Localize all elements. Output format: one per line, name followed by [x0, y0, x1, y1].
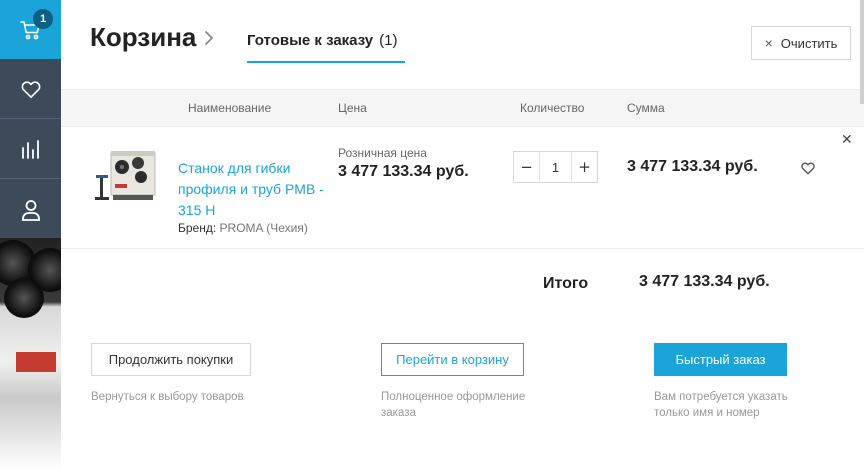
continue-shopping-button[interactable]: Продолжить покупки	[91, 343, 251, 376]
column-header-sum: Сумма	[627, 101, 665, 115]
brand-label: Бренд:	[178, 221, 217, 235]
quantity-stepper: − 1 +	[513, 151, 598, 183]
tab-ready-to-order[interactable]: Готовые к заказу (1)	[247, 32, 405, 63]
user-icon	[21, 199, 40, 221]
sidebar-item-compare[interactable]	[0, 120, 61, 179]
brand-value: PROMA (Чехия)	[219, 221, 308, 235]
close-icon: ×	[764, 35, 773, 51]
price-label: Розничная цена	[338, 146, 427, 160]
tab-count: (1)	[379, 32, 398, 49]
go-to-cart-hint: Полноценное оформление заказа	[381, 391, 526, 419]
sidebar-item-cart[interactable]: 1	[0, 0, 61, 59]
line-total: 3 477 133.34 руб.	[627, 158, 758, 175]
heart-icon[interactable]	[800, 161, 816, 175]
continue-shopping-hint: Вернуться к выбору товаров	[91, 391, 244, 403]
quick-order-button[interactable]: Быстрый заказ	[654, 343, 787, 376]
quantity-increase-button[interactable]: +	[571, 152, 597, 182]
remove-item-icon[interactable]: ✕	[841, 132, 853, 148]
heart-icon	[21, 81, 40, 98]
sidebar-item-favorites[interactable]	[0, 60, 61, 119]
product-thumbnail[interactable]	[91, 143, 159, 209]
table-header: Наименование Цена Количество Сумма	[61, 89, 864, 127]
clear-cart-button[interactable]: × Очистить	[751, 26, 851, 60]
chevron-right-icon[interactable]	[204, 30, 214, 46]
clear-cart-label: Очистить	[780, 35, 838, 51]
scrollbar[interactable]	[860, 0, 864, 104]
product-name-link[interactable]: Станок для гибки профиля и труб PMB - 31…	[178, 158, 338, 221]
cart-count-badge: 1	[33, 9, 53, 29]
quantity-input[interactable]: 1	[540, 152, 571, 182]
column-header-price: Цена	[338, 101, 367, 115]
table-row: Станок для гибки профиля и труб PMB - 31…	[61, 127, 864, 249]
quick-order-hint: Вам потребуется указать только имя и ном…	[654, 391, 788, 419]
sidebar-item-account[interactable]	[0, 180, 61, 239]
background-product-image	[0, 230, 72, 470]
product-brand: Бренд: PROMA (Чехия)	[178, 221, 308, 235]
total-value: 3 477 133.34 руб.	[639, 273, 770, 290]
column-header-name: Наименование	[188, 101, 272, 115]
cart-panel: Корзина Готовые к заказу (1) × Очистить Н…	[61, 0, 864, 470]
bar-chart-icon	[21, 140, 39, 159]
go-to-cart-button[interactable]: Перейти в корзину	[381, 343, 524, 376]
tab-label: Готовые к заказу	[247, 32, 374, 49]
side-toolbar: 1	[0, 0, 61, 238]
column-header-quantity: Количество	[520, 101, 585, 115]
unit-price: 3 477 133.34 руб.	[338, 163, 469, 180]
background-logo-plate	[16, 352, 56, 372]
quantity-decrease-button[interactable]: −	[514, 152, 540, 182]
page-title: Корзина	[90, 22, 197, 52]
total-label: Итого	[543, 275, 589, 292]
